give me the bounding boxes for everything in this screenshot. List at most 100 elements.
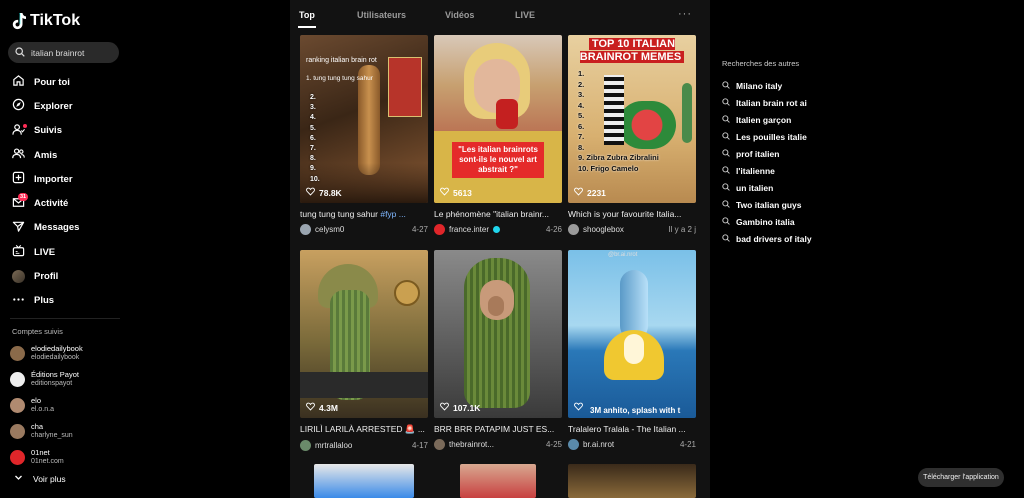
following-account[interactable]: elodiedailybook elodiedailybook — [10, 340, 83, 366]
search-input[interactable] — [31, 47, 111, 58]
more-options-icon[interactable]: ··· — [678, 8, 692, 20]
avatar[interactable] — [434, 224, 445, 235]
video-card[interactable]: 107.1K BRR BRR PATAPIM JUST ES... thebra… — [434, 250, 562, 450]
nav-live[interactable]: LIVE — [12, 240, 79, 264]
video-thumbnail[interactable]: TOP 10 ITALIAN BRAINROT MEMES 1. 2. 3. 4… — [568, 35, 696, 203]
following-account[interactable]: cha charlyne_sun — [10, 418, 83, 444]
nav-messages[interactable]: Messages — [12, 216, 79, 240]
video-caption[interactable]: BRR BRR PATAPIM JUST ES... — [434, 424, 562, 434]
post-date: Il y a 2 j — [668, 225, 696, 234]
nav-profil[interactable]: Profil — [12, 264, 79, 288]
suggestion-item[interactable]: bad drivers of italy — [722, 231, 812, 248]
avatar[interactable] — [300, 440, 311, 451]
avatar[interactable] — [300, 224, 311, 235]
suggestion-item[interactable]: Les pouilles italie — [722, 128, 812, 145]
nav-plus[interactable]: Plus — [12, 289, 79, 313]
search-icon — [722, 234, 730, 244]
likes-count: 78.8K — [306, 187, 342, 198]
video-card[interactable]: @br.ai.nrot 3M anhito, splash with t 3M … — [568, 250, 696, 450]
account-handle: 01net.com — [31, 458, 64, 465]
main-nav: Pour toi Explorer Suivis Amis Importer 3… — [12, 70, 79, 313]
search-results: Top Utilisateurs Vidéos LIVE ··· ranking… — [290, 0, 710, 498]
video-thumbnail[interactable]: @br.ai.nrot 3M anhito, splash with t 3M — [568, 250, 696, 418]
video-thumbnail[interactable]: 4.3M — [300, 250, 428, 418]
suggestion-item[interactable]: l'italienne — [722, 162, 812, 179]
video-thumbnail[interactable]: 107.1K — [434, 250, 562, 418]
author-name[interactable]: shooglebox — [583, 225, 624, 234]
video-thumbnail[interactable] — [314, 464, 414, 498]
video-card[interactable]: "Les italian brainrots sont-ils le nouve… — [434, 35, 562, 235]
download-app-button[interactable]: Télécharger l'application — [918, 468, 1004, 487]
nav-suivis[interactable]: Suivis — [12, 119, 79, 143]
video-card[interactable]: ranking italian brain rot 1. tung tung t… — [300, 35, 428, 235]
ranking-list: 1. 2. 3. 4. 5. 6. 7. 8. 9. Zibra Zubra Z… — [578, 69, 659, 173]
search-icon — [722, 200, 730, 210]
video-thumbnail[interactable] — [568, 464, 696, 498]
author-name[interactable]: celysm0 — [315, 225, 344, 234]
avatar — [10, 371, 25, 387]
suggestion-item[interactable]: un italien — [722, 180, 812, 197]
video-caption[interactable]: Le phénomène "italian brainr... — [434, 209, 562, 219]
nav-explorer[interactable]: Explorer — [12, 94, 79, 118]
nav-pour-toi[interactable]: Pour toi — [12, 70, 79, 94]
see-more-button[interactable]: Voir plus — [14, 473, 66, 484]
author-name[interactable]: br.ai.nrot — [583, 440, 614, 449]
author-name[interactable]: mrtrallaloo — [315, 441, 352, 450]
nav-importer[interactable]: Importer — [12, 167, 79, 191]
video-caption[interactable]: Which is your favourite Italia... — [568, 209, 696, 219]
suggestion-item[interactable]: Italian brain rot ai — [722, 94, 812, 111]
search-icon — [722, 183, 730, 193]
video-thumbnail[interactable] — [460, 464, 536, 498]
nav-activite[interactable]: 31 Activité — [12, 191, 79, 215]
see-more-label: Voir plus — [33, 473, 66, 484]
following-account[interactable]: elo el.o.n.a — [10, 392, 83, 418]
verified-icon — [493, 226, 501, 233]
author-name[interactable]: thebrainrot... — [449, 440, 494, 449]
avatar[interactable] — [434, 439, 445, 450]
suggestion-label: Milano italy — [736, 80, 783, 91]
friends-icon — [12, 147, 25, 163]
video-card[interactable]: 4.3M LIRILÌ LARILÀ ARRESTED 🚨 ... mrtral… — [300, 250, 428, 451]
search-icon — [722, 115, 730, 125]
account-handle: el.o.n.a — [31, 406, 54, 413]
avatar — [10, 423, 25, 439]
suggestion-item[interactable]: Gambino italia — [722, 214, 812, 231]
brand-name: TikTok — [30, 12, 81, 29]
post-date: 4-17 — [411, 441, 428, 450]
following-account[interactable]: Éditions Payot editionspayot — [10, 366, 83, 392]
suggestion-item[interactable]: Milano italy — [722, 77, 812, 94]
tab-live[interactable]: LIVE — [515, 10, 535, 20]
banner-text: TOP 10 ITALIAN BRAINROT MEMES — [579, 38, 685, 63]
suggestion-item[interactable]: Italien garçon — [722, 111, 812, 128]
nav-amis[interactable]: Amis — [12, 143, 79, 167]
suggestion-list: Milano italy Italian brain rot ai Italien … — [722, 77, 812, 248]
search-bar[interactable] — [8, 42, 119, 63]
avatar[interactable] — [568, 439, 579, 450]
tab-users[interactable]: Utilisateurs — [357, 10, 406, 20]
video-card[interactable]: TOP 10 ITALIAN BRAINROT MEMES 1. 2. 3. 4… — [568, 35, 696, 235]
suggestion-item[interactable]: prof italien — [722, 145, 812, 162]
avatar — [10, 449, 25, 465]
tiktok-logo[interactable]: TikTok — [12, 12, 80, 30]
video-caption[interactable]: LIRILÌ LARILÀ ARRESTED 🚨 ... — [300, 424, 428, 435]
suggestion-item[interactable]: Two italian guys — [722, 197, 812, 214]
video-thumbnail[interactable]: "Les italian brainrots sont-ils le nouve… — [434, 35, 562, 203]
suggestion-label: Les pouilles italie — [736, 131, 807, 142]
tab-top[interactable]: Top — [299, 10, 315, 20]
video-caption[interactable]: tung tung tung sahur #fyp ... — [300, 209, 428, 219]
avatar — [10, 397, 25, 413]
home-icon — [12, 74, 25, 90]
search-icon — [722, 97, 730, 108]
video-thumbnail[interactable]: ranking italian brain rot 1. tung tung t… — [300, 35, 428, 203]
video-meta: celysm0 4-27 — [300, 224, 428, 235]
author-name[interactable]: france.inter — [449, 225, 489, 234]
heart-icon — [440, 402, 449, 413]
following-account[interactable]: 01net 01net.com — [10, 444, 83, 470]
video-caption[interactable]: Tralalero Tralala - The Italian ... — [568, 424, 696, 434]
hashtag-link[interactable]: #fyp ... — [380, 209, 406, 219]
search-icon — [722, 166, 730, 176]
likes-count: 5613 — [440, 187, 472, 198]
tab-videos[interactable]: Vidéos — [445, 10, 474, 20]
video-meta: france.inter 4-26 — [434, 224, 562, 235]
avatar[interactable] — [568, 224, 579, 235]
